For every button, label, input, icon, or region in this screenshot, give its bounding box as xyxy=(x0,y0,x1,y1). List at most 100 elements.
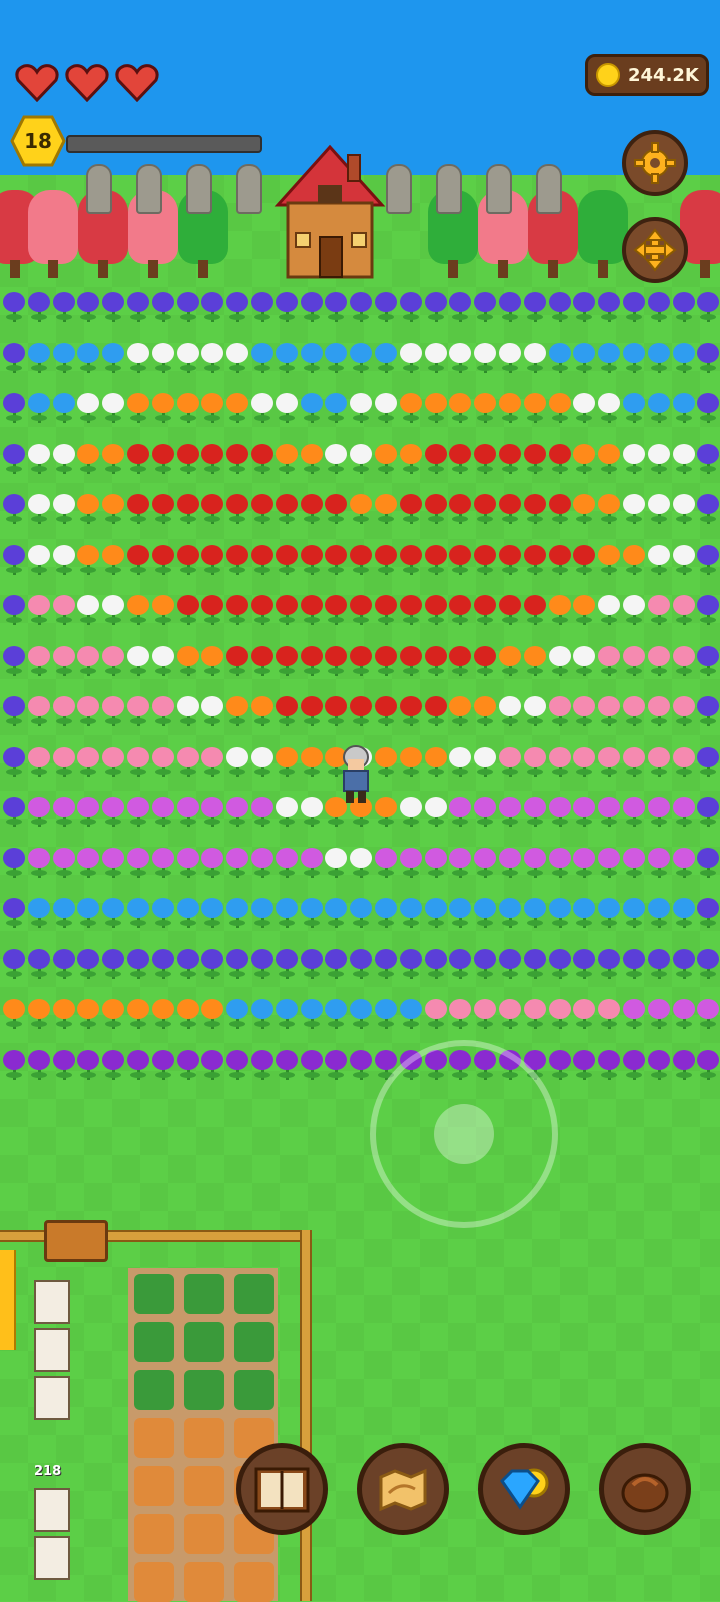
flower xyxy=(597,999,621,1029)
joystick-knob[interactable] xyxy=(434,1104,494,1164)
flower-row[interactable] xyxy=(0,440,720,480)
crop-plot-seeded[interactable] xyxy=(184,1562,224,1602)
flower xyxy=(448,393,472,423)
crop-plot-seeded[interactable] xyxy=(184,1466,224,1506)
beehive[interactable] xyxy=(34,1488,70,1532)
flower xyxy=(498,696,522,726)
flower xyxy=(300,948,324,979)
crop-plot-planted[interactable] xyxy=(234,1322,274,1362)
shop-button[interactable] xyxy=(478,1443,570,1535)
flower xyxy=(597,544,621,575)
crop-plot-planted[interactable] xyxy=(184,1322,224,1362)
flower xyxy=(572,999,596,1029)
flower xyxy=(200,342,224,373)
flower xyxy=(126,393,150,423)
pen-gate[interactable] xyxy=(44,1220,108,1262)
crop-plot-planted[interactable] xyxy=(184,1370,224,1410)
flower xyxy=(126,1049,150,1080)
crop-plot-planted[interactable] xyxy=(234,1370,274,1410)
crop-plot-planted[interactable] xyxy=(184,1274,224,1314)
flower xyxy=(101,443,125,474)
flower xyxy=(176,544,200,575)
flower xyxy=(52,847,76,878)
flower xyxy=(498,847,522,878)
flower xyxy=(101,847,125,878)
flower-row[interactable] xyxy=(0,844,720,884)
flower-row[interactable] xyxy=(0,945,720,985)
coin-counter[interactable]: 244.2K xyxy=(585,54,709,96)
flower xyxy=(126,595,150,625)
flower xyxy=(523,797,547,827)
flower xyxy=(52,595,76,625)
flower-row[interactable] xyxy=(0,995,720,1035)
flower xyxy=(622,948,646,979)
flower xyxy=(523,645,547,676)
journal-button[interactable] xyxy=(236,1443,328,1535)
flower xyxy=(250,1049,274,1080)
beehive[interactable] xyxy=(34,1328,70,1372)
flower-row[interactable] xyxy=(0,642,720,682)
flower xyxy=(250,494,274,524)
flower xyxy=(696,948,720,979)
flower-row[interactable] xyxy=(0,591,720,631)
flower xyxy=(2,342,26,373)
crop-plot-seeded[interactable] xyxy=(134,1562,174,1602)
flower xyxy=(672,393,696,423)
flower xyxy=(374,595,398,625)
flower-row[interactable] xyxy=(0,288,720,328)
flower-row[interactable] xyxy=(0,389,720,429)
bag-button[interactable] xyxy=(599,1443,691,1535)
crop-plot-seeded[interactable] xyxy=(184,1418,224,1458)
flower xyxy=(76,746,100,777)
crop-plot-planted[interactable] xyxy=(234,1274,274,1314)
beehive[interactable] xyxy=(34,1536,70,1580)
flower xyxy=(27,746,51,777)
flower xyxy=(275,443,299,474)
flower-row[interactable] xyxy=(0,692,720,732)
crop-plot-seeded[interactable] xyxy=(134,1466,174,1506)
crop-plot-seeded[interactable] xyxy=(234,1562,274,1602)
flower-row[interactable] xyxy=(0,339,720,379)
flower xyxy=(200,595,224,625)
flower xyxy=(672,948,696,979)
flower xyxy=(27,797,51,827)
flower-row[interactable] xyxy=(0,894,720,934)
settings-button[interactable] xyxy=(622,130,688,196)
flower xyxy=(250,898,274,928)
flower xyxy=(176,393,200,423)
crop-plot-seeded[interactable] xyxy=(184,1514,224,1554)
crop-plot-planted[interactable] xyxy=(134,1370,174,1410)
flower xyxy=(523,746,547,777)
flower xyxy=(176,746,200,777)
flower-row[interactable] xyxy=(0,541,720,581)
move-mode-button[interactable] xyxy=(622,217,688,283)
flower xyxy=(424,696,448,726)
crop-soil[interactable] xyxy=(128,1268,278,1602)
flower xyxy=(151,948,175,979)
beehive[interactable] xyxy=(34,1280,70,1324)
crop-plot-planted[interactable] xyxy=(134,1322,174,1362)
map-button[interactable] xyxy=(357,1443,449,1535)
beehive[interactable] xyxy=(34,1376,70,1420)
flower xyxy=(448,342,472,373)
flower xyxy=(523,999,547,1029)
flower xyxy=(2,645,26,676)
bag-icon xyxy=(621,1473,669,1513)
flower-row[interactable] xyxy=(0,490,720,530)
flower xyxy=(52,645,76,676)
health-hearts xyxy=(14,62,160,102)
flower-row[interactable] xyxy=(0,1046,720,1086)
flower xyxy=(672,494,696,524)
crop-plot-planted[interactable] xyxy=(134,1274,174,1314)
player-character xyxy=(343,745,369,803)
flower xyxy=(275,342,299,373)
crop-plot-seeded[interactable] xyxy=(134,1514,174,1554)
farmhouse[interactable] xyxy=(270,143,390,288)
flower xyxy=(275,645,299,676)
crop-plot-seeded[interactable] xyxy=(134,1418,174,1458)
flower xyxy=(324,342,348,373)
flower xyxy=(572,1049,596,1080)
flower xyxy=(672,443,696,474)
flower xyxy=(672,595,696,625)
flower xyxy=(27,595,51,625)
